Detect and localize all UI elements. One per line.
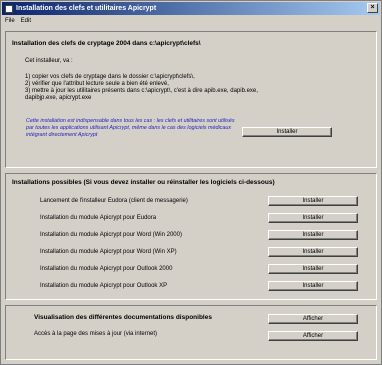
keys-section-title: Installation des clefs de cryptage 2004 … [12,40,201,47]
optional-row-label: Installation du module Apicrypt pour Eud… [40,215,157,221]
optional-row-label: Lancement de l'installeur Eudora (client… [40,198,188,204]
install-eudora-module-button[interactable]: Installer [268,213,358,223]
keys-step-3: 3) mettre à jour les utilitaires présent… [25,88,258,94]
keys-intro: Cet installeur, va : [25,58,73,64]
install-eudora-button[interactable]: Installer [268,196,358,206]
docs-row-label: Visualisation des différentes documentat… [34,314,212,321]
install-word-2000-button[interactable]: Installer [268,230,358,240]
optional-row-label: Installation du module Apicrypt pour Out… [40,266,173,272]
optional-section: Installations possibles (Si vous devez i… [5,173,377,300]
menu-file[interactable]: File [5,16,15,26]
show-docs-button[interactable]: Afficher [268,314,358,324]
app-icon [5,4,13,13]
keys-step-3-cont: dapibjp.exe, apicrypt.exe [25,95,92,101]
install-outlook-xp-button[interactable]: Installer [268,281,358,291]
install-keys-button[interactable]: Installer [242,127,332,137]
optional-section-title: Installations possibles (Si vous devez i… [12,179,275,186]
keys-step-1: 1) copier vos clefs de cryptage dans le … [25,74,195,80]
install-word-xp-button[interactable]: Installer [268,247,358,257]
window-title: Installation des clefs et utilitaires Ap… [16,5,157,12]
docs-row-label: Accès à la page des mises à jour (via in… [34,331,158,337]
optional-row-label: Installation du module Apicrypt pour Wor… [40,249,177,255]
keys-note: Cette installation est indispensable dan… [26,118,235,138]
optional-row-label: Installation du module Apicrypt pour Wor… [40,232,182,238]
close-icon[interactable]: × [367,3,378,13]
show-updates-button[interactable]: Afficher [268,331,358,341]
install-outlook-2000-button[interactable]: Installer [268,264,358,274]
optional-row-label: Installation du module Apicrypt pour Out… [40,283,168,289]
keys-step-2: 2) vérifier que l'attribut lecture seule… [25,81,169,87]
menu-edit[interactable]: Edit [21,16,31,26]
docs-section: Visualisation des différentes documentat… [5,305,377,360]
installer-window: Installation des clefs et utilitaires Ap… [0,0,382,365]
menu-bar: File Edit [3,16,31,26]
title-bar[interactable]: Installation des clefs et utilitaires Ap… [2,2,380,15]
keys-section: Installation des clefs de cryptage 2004 … [5,31,377,168]
